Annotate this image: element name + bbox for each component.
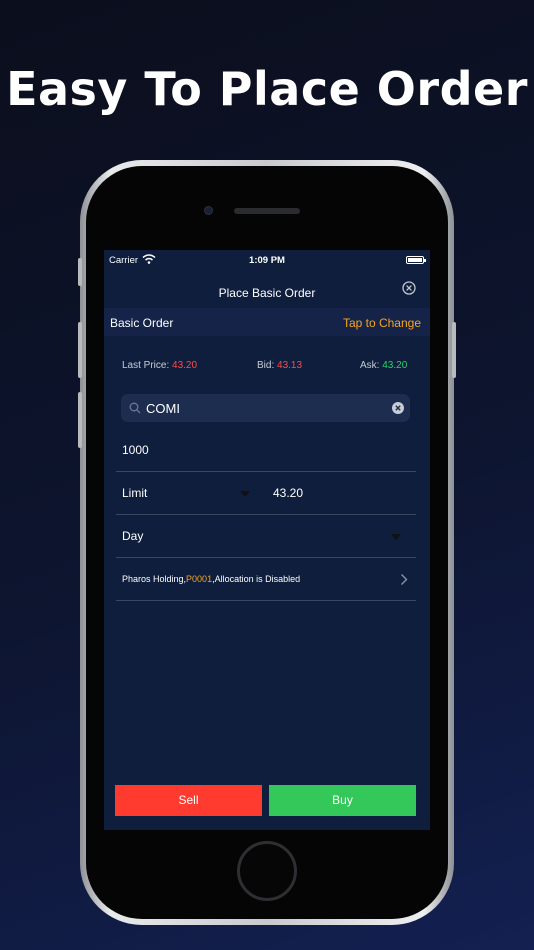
bid: Bid: 43.13 — [257, 360, 302, 371]
sell-button[interactable]: Sell — [115, 785, 262, 816]
clock: 1:09 PM — [249, 255, 285, 266]
mute-switch — [78, 258, 82, 286]
validity-value: Day — [122, 529, 144, 543]
order-type-row: Basic Order Tap to Change — [104, 308, 430, 336]
validity-row[interactable]: Day — [116, 515, 416, 558]
last-price-label: Last Price: — [122, 360, 170, 371]
allocation-text: Pharos Holding,P0001,Allocation is Disab… — [122, 574, 300, 584]
order-kind-row: Limit 43.20 — [116, 472, 416, 515]
quantity-field[interactable]: 1000 — [116, 429, 416, 472]
chevron-down-icon[interactable] — [240, 491, 250, 497]
last-price: Last Price: 43.20 — [122, 360, 197, 371]
order-kind-value[interactable]: Limit — [122, 486, 147, 500]
bid-value: 43.13 — [277, 360, 303, 371]
page-title: Place Basic Order — [218, 286, 316, 300]
search-icon — [129, 402, 141, 414]
symbol-search — [121, 394, 410, 422]
allocation-prefix: Pharos Holding, — [122, 574, 187, 584]
allocation-code: P0001 — [186, 574, 213, 584]
battery-icon — [406, 256, 426, 264]
chevron-right-icon[interactable] — [400, 573, 408, 586]
headline: Easy To Place Order — [6, 62, 528, 116]
front-camera — [204, 206, 213, 215]
buy-button[interactable]: Buy — [269, 785, 416, 816]
app-screen: Carrier 1:09 PM Place Basic Order Basic … — [104, 250, 430, 830]
last-price-value: 43.20 — [172, 360, 198, 371]
allocation-suffix: ,Allocation is Disabled — [212, 574, 301, 584]
earpiece-speaker — [234, 208, 300, 214]
volume-up-button — [78, 322, 82, 378]
volume-down-button — [78, 392, 82, 448]
status-bar: Carrier 1:09 PM — [104, 250, 430, 270]
ask-value: 43.20 — [382, 360, 408, 371]
tap-to-change-link[interactable]: Tap to Change — [343, 316, 421, 330]
order-type-label: Basic Order — [110, 316, 174, 330]
home-button[interactable] — [237, 841, 297, 901]
power-button — [452, 322, 456, 378]
allocation-row[interactable]: Pharos Holding,P0001,Allocation is Disab… — [116, 558, 416, 601]
ask-label: Ask: — [360, 360, 380, 371]
chevron-down-icon[interactable] — [391, 534, 401, 540]
ask: Ask: 43.20 — [360, 360, 407, 371]
bid-label: Bid: — [257, 360, 275, 371]
symbol-search-input[interactable] — [146, 398, 386, 418]
quantity-value: 1000 — [122, 443, 149, 457]
clear-icon[interactable] — [392, 402, 404, 414]
close-icon[interactable] — [402, 281, 416, 295]
limit-price-value[interactable]: 43.20 — [273, 486, 303, 500]
